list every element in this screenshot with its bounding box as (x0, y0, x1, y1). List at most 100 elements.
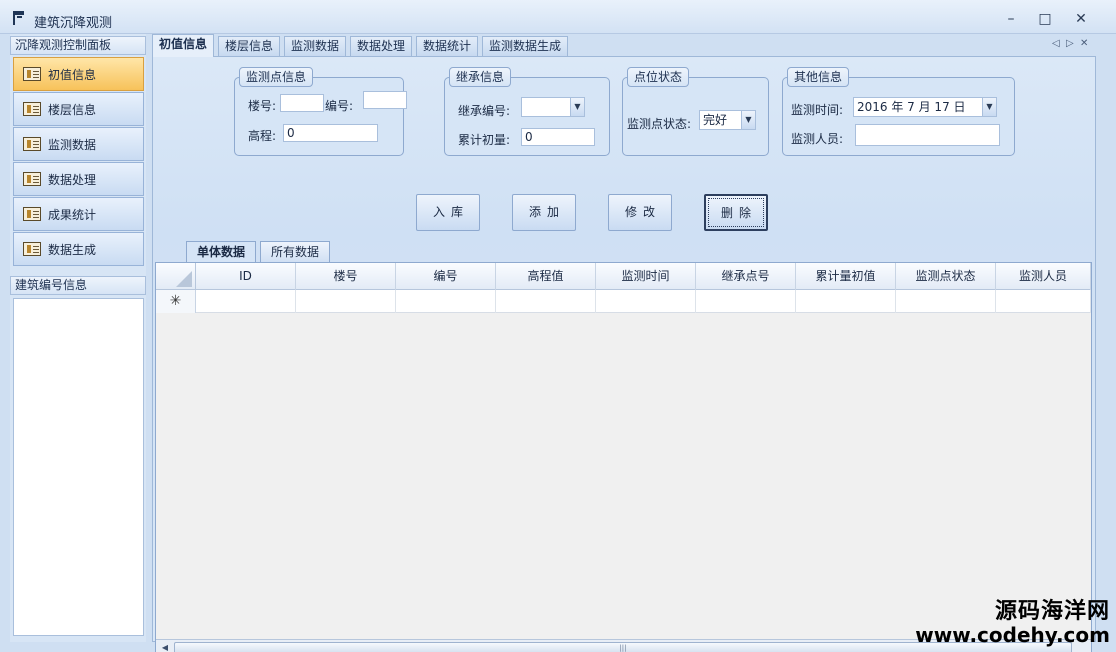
minimize-button[interactable]: – (996, 8, 1026, 30)
table-cell[interactable] (896, 290, 996, 313)
sidebar-item-label: 成果统计 (48, 207, 97, 222)
store-button[interactable]: 入库 (416, 194, 480, 231)
tab-initial-info[interactable]: 初值信息 (152, 34, 215, 57)
monitor-time-picker[interactable]: 2016 年 7 月 17 日 ▼ (853, 97, 997, 117)
sidebar-item-data-generation[interactable]: 数据生成 (13, 232, 144, 266)
grid-header: ID 楼号 编号 高程值 监测时间 继承点号 累计量初值 监测点状态 监测人员 (156, 263, 1091, 290)
floor-input[interactable] (280, 94, 324, 112)
app-icon (13, 11, 24, 25)
floor-label: 楼号: (248, 99, 277, 113)
maximize-button[interactable]: □ (1030, 8, 1060, 30)
monitor-time-label: 监测时间: (791, 103, 844, 117)
subtab-single-data[interactable]: 单体数据 (186, 241, 257, 263)
group-title: 其他信息 (787, 67, 850, 87)
modify-button[interactable]: 修改 (608, 194, 672, 231)
watermark: 源码海洋网 www.codehy.com (915, 598, 1110, 647)
table-cell[interactable] (296, 290, 396, 313)
close-button[interactable]: ✕ (1066, 8, 1096, 30)
column-header-number[interactable]: 编号 (396, 263, 496, 290)
inherit-code-label: 继承编号: (458, 104, 511, 118)
sidebar-item-data-processing[interactable]: 数据处理 (13, 162, 144, 196)
sidebar-item-label: 数据生成 (48, 242, 97, 257)
column-header-id[interactable]: ID (196, 263, 296, 290)
table-cell[interactable] (796, 290, 896, 313)
sidebar-item-initial-info[interactable]: 初值信息 (13, 57, 144, 91)
control-panel-header: 沉降观测控制面板 (10, 36, 146, 55)
new-row-icon: ✳ (156, 290, 196, 313)
delete-button[interactable]: 删除 (704, 194, 768, 231)
book-icon (23, 67, 41, 81)
sidebar-item-monitoring-data[interactable]: 监测数据 (13, 127, 144, 161)
add-button[interactable]: 添加 (512, 194, 576, 231)
chevron-down-icon[interactable]: ▼ (982, 98, 996, 116)
elevation-label: 高程: (248, 129, 277, 143)
table-cell[interactable] (196, 290, 296, 313)
group-title: 点位状态 (627, 67, 690, 87)
building-code-list[interactable] (13, 298, 144, 636)
cumulative-input[interactable]: 0 (521, 128, 595, 146)
book-icon (23, 172, 41, 186)
group-inherit-info: 继承信息 继承编号: ▼ 累计初量: 0 (444, 67, 610, 156)
group-title: 监测点信息 (239, 67, 314, 87)
chevron-down-icon[interactable]: ▼ (570, 98, 584, 116)
grid-corner[interactable] (156, 263, 196, 290)
column-header-person[interactable]: 监测人员 (996, 263, 1091, 290)
point-status-value: 完好 (703, 113, 728, 127)
book-icon (23, 242, 41, 256)
inherit-code-select[interactable]: ▼ (521, 97, 585, 117)
book-icon (23, 102, 41, 116)
cumulative-label: 累计初量: (458, 133, 511, 147)
column-header-elevation[interactable]: 高程值 (496, 263, 596, 290)
sidebar-item-label: 楼层信息 (48, 102, 97, 117)
tab-data-stats[interactable]: 数据统计 (416, 36, 479, 56)
table-cell[interactable] (996, 290, 1091, 313)
window-title: 建筑沉降观测 (34, 16, 113, 31)
book-icon (23, 137, 41, 151)
monitor-time-value: 2016 年 7 月 17 日 (857, 100, 966, 114)
table-cell[interactable] (596, 290, 696, 313)
tab-data-processing[interactable]: 数据处理 (350, 36, 413, 56)
title-bar: 建筑沉降观测 – □ ✕ (0, 0, 1116, 34)
tab-monitoring-data-gen[interactable]: 监测数据生成 (482, 36, 569, 56)
building-code-header: 建筑编号信息 (10, 276, 146, 295)
data-grid[interactable]: ID 楼号 编号 高程值 监测时间 继承点号 累计量初值 监测点状态 监测人员 … (155, 262, 1092, 652)
monitor-person-input[interactable] (855, 124, 1000, 146)
tab-monitoring-data[interactable]: 监测数据 (284, 36, 347, 56)
sidebar-item-label: 数据处理 (48, 172, 97, 187)
main-area: 初值信息 楼层信息 监测数据 数据处理 数据统计 监测数据生成 ◁ ▷ ✕ 监测… (152, 34, 1096, 652)
tab-content: 监测点信息 楼号: 编号: 高程: 0 继承信息 继承编号: ▼ 累计初量: 0… (152, 56, 1096, 652)
tab-prev-icon[interactable]: ◁ (1052, 38, 1060, 49)
column-header-cumulative[interactable]: 累计量初值 (796, 263, 896, 290)
scroll-left-icon[interactable]: ◀ (158, 642, 172, 652)
column-header-floor[interactable]: 楼号 (296, 263, 396, 290)
table-cell[interactable] (496, 290, 596, 313)
group-point-status: 点位状态 监测点状态: 完好 ▼ (622, 67, 769, 156)
column-header-inherit-point[interactable]: 继承点号 (696, 263, 796, 290)
tab-floor-info[interactable]: 楼层信息 (218, 36, 281, 56)
control-panel: 沉降观测控制面板 初值信息 楼层信息 监测数据 数据处理 成果统计 数据生成 建… (10, 34, 146, 642)
chevron-down-icon[interactable]: ▼ (741, 111, 755, 129)
group-other-info: 其他信息 监测时间: 2016 年 7 月 17 日 ▼ 监测人员: (782, 67, 1015, 156)
watermark-line1: 源码海洋网 (994, 598, 1110, 624)
sidebar-item-floor-info[interactable]: 楼层信息 (13, 92, 144, 126)
column-header-status[interactable]: 监测点状态 (896, 263, 996, 290)
table-cell[interactable] (696, 290, 796, 313)
watermark-line2: www.codehy.com (915, 623, 1110, 647)
sidebar-item-result-stats[interactable]: 成果统计 (13, 197, 144, 231)
column-header-time[interactable]: 监测时间 (596, 263, 696, 290)
subtab-all-data[interactable]: 所有数据 (260, 241, 331, 263)
book-icon (23, 207, 41, 221)
table-cell[interactable] (396, 290, 496, 313)
sidebar-item-label: 初值信息 (48, 67, 97, 82)
sidebar-item-label: 监测数据 (48, 137, 97, 152)
monitor-person-label: 监测人员: (791, 132, 844, 146)
tab-next-icon[interactable]: ▷ (1066, 38, 1074, 49)
point-status-select[interactable]: 完好 ▼ (699, 110, 756, 130)
number-input[interactable] (363, 91, 407, 109)
table-row[interactable]: ✳ (156, 290, 1091, 313)
elevation-input[interactable]: 0 (283, 124, 378, 142)
number-label: 编号: (325, 99, 354, 113)
tab-close-icon[interactable]: ✕ (1080, 38, 1088, 49)
group-point-info: 监测点信息 楼号: 编号: 高程: 0 (234, 67, 407, 156)
group-title: 继承信息 (449, 67, 512, 87)
